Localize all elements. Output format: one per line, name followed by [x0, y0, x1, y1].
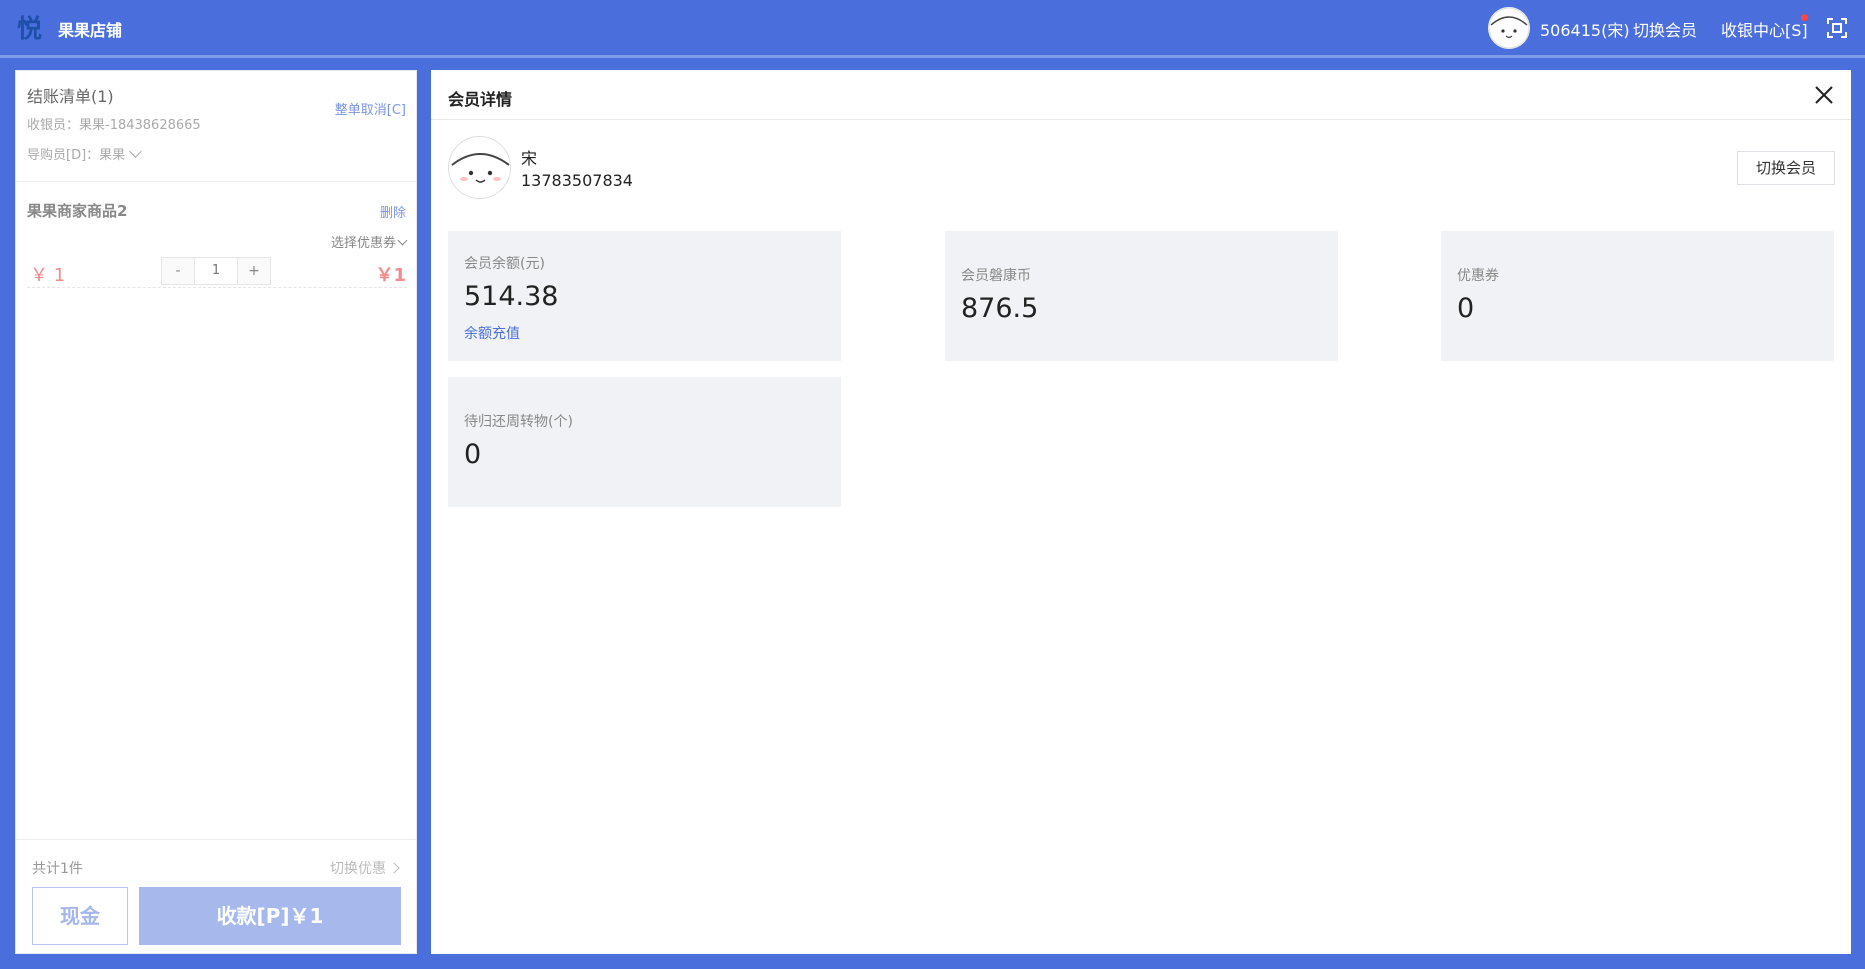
- balance-card: 会员余额(元) 514.38 余额充值: [448, 231, 841, 361]
- close-icon[interactable]: [1813, 84, 1835, 106]
- user-avatar[interactable]: [1488, 7, 1530, 49]
- card-label: 会员磐康币: [961, 268, 1031, 284]
- card-label: 优惠券: [1457, 268, 1499, 284]
- decrease-quantity-button[interactable]: -: [162, 258, 194, 284]
- total-count: 共计1件: [32, 861, 83, 877]
- checkout-title: 结账清单(1): [27, 87, 114, 106]
- guide-selector[interactable]: 导购员[D]：果果: [27, 144, 143, 163]
- panel-header: 会员详情: [431, 70, 1851, 120]
- notification-dot: [1801, 14, 1808, 21]
- increase-quantity-button[interactable]: +: [238, 258, 270, 284]
- panel-title: 会员详情: [448, 90, 513, 109]
- shop-name: 果果店铺: [58, 21, 123, 40]
- card-label: 会员余额(元): [464, 256, 545, 272]
- returnables-card: 待归还周转物(个) 0: [448, 377, 841, 507]
- select-coupon-dropdown[interactable]: 选择优惠券: [330, 232, 408, 251]
- card-value: 0: [1457, 293, 1475, 324]
- checkout-panel: 结账清单(1) 整单取消[C] 收银员：果果-18438628665 导购员[D…: [15, 70, 417, 954]
- quantity-input[interactable]: 1: [194, 258, 238, 284]
- item-divider: [27, 287, 407, 288]
- topbar-divider: [0, 55, 1865, 58]
- member-name: 宋: [521, 149, 538, 168]
- cashier-info: 收银员：果果-18438628665: [27, 118, 201, 133]
- chevron-down-icon: [129, 145, 143, 158]
- switch-member-button[interactable]: 切换会员: [1737, 151, 1835, 185]
- card-value: 876.5: [961, 293, 1039, 324]
- item-name: 果果商家商品2: [27, 202, 128, 220]
- pay-button[interactable]: 收款[P]￥1: [139, 887, 401, 945]
- member-phone: 13783507834: [521, 171, 633, 190]
- divider: [16, 181, 416, 182]
- chevron-down-icon: [397, 235, 408, 246]
- member-avatar: [448, 136, 511, 199]
- item-unit-price: ￥ 1: [30, 265, 66, 286]
- item-subtotal: ￥1: [375, 265, 406, 286]
- chevron-right-icon: [388, 862, 400, 874]
- coin-card: 会员磐康币 876.5: [945, 231, 1338, 361]
- quantity-stepper: - 1 +: [161, 257, 271, 285]
- switch-member-link[interactable]: 切换会员: [1633, 17, 1697, 41]
- switch-promotion-link[interactable]: 切换优惠: [330, 858, 400, 878]
- delete-item-button[interactable]: 删除: [380, 202, 406, 221]
- fullscreen-icon[interactable]: [1826, 17, 1848, 39]
- member-detail-panel: 会员详情 宋 13783507834 切换会员 会员余额(元) 514.38 余…: [431, 70, 1851, 954]
- current-user: 506415(宋): [1540, 21, 1630, 40]
- coupon-card: 优惠券 0: [1441, 231, 1834, 361]
- guide-label: 导购员[D]：果果: [27, 148, 126, 163]
- card-value: 514.38: [464, 281, 559, 312]
- cashier-center-link[interactable]: 收银中心[S]: [1721, 17, 1808, 41]
- app-logo-icon: 悦: [17, 14, 47, 43]
- recharge-link[interactable]: 余额充值: [464, 323, 520, 343]
- card-label: 待归还周转物(个): [464, 414, 573, 430]
- top-bar: 悦 果果店铺 506415(宋) 切换会员 收银中心[S]: [0, 0, 1865, 55]
- svg-text:悦: 悦: [17, 14, 42, 42]
- card-value: 0: [464, 439, 482, 470]
- cancel-order-button[interactable]: 整单取消[C]: [335, 99, 406, 118]
- cash-button[interactable]: 现金: [32, 887, 128, 945]
- switch-promotion-label: 切换优惠: [330, 861, 386, 877]
- divider: [16, 839, 416, 840]
- select-coupon-label: 选择优惠券: [330, 236, 396, 251]
